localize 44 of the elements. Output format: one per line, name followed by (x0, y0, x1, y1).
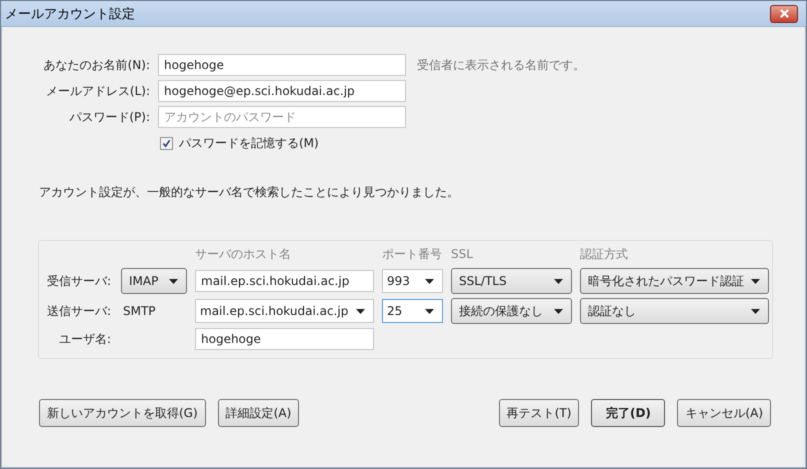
window-title: メールアカウント設定 (5, 6, 135, 22)
column-header: SSL (451, 246, 474, 263)
checkbox[interactable] (160, 137, 173, 150)
dropdown[interactable]: 認証なし (580, 298, 769, 324)
caret-icon (425, 308, 434, 314)
protocol-label: SMTP (122, 304, 157, 318)
dropdown[interactable]: 暗号化されたパスワード認証 (580, 268, 769, 294)
caret-icon (425, 278, 434, 284)
caret-icon (751, 308, 760, 314)
caret-icon (554, 278, 563, 284)
caret-icon (554, 308, 563, 314)
field-label: パスワード(P): (68, 108, 150, 126)
close-button[interactable] (770, 4, 798, 22)
input-field[interactable]: hogehoge@ep.sci.hokudai.ac.jp (158, 80, 406, 102)
status-message: アカウント設定が、一般的なサーバ名で検索したことにより見つかりました。 (39, 184, 460, 201)
dropdown[interactable]: 25 (382, 299, 443, 323)
column-header: 認証方式 (580, 246, 629, 263)
input-field[interactable]: アカウントのパスワード (158, 106, 406, 128)
button[interactable]: 再テスト(T) (498, 399, 580, 427)
field-label: あなたのお名前(N): (42, 56, 150, 74)
caret-icon (751, 278, 760, 284)
hint-text: 受信者に表示される名前です。 (417, 56, 586, 74)
row-label: 受信サーバ: (47, 272, 112, 290)
input-field[interactable]: hogehoge (195, 328, 374, 350)
button[interactable]: 新しいアカウントを取得(G) (39, 399, 206, 427)
dropdown[interactable]: IMAP (121, 268, 187, 294)
caret-icon (169, 278, 178, 284)
row-label: 送信サーバ: (47, 302, 112, 320)
dropdown[interactable]: SSL/TLS (451, 268, 572, 294)
input-field[interactable]: hogehoge (158, 54, 406, 76)
column-header: ポート番号 (382, 246, 443, 263)
checkbox-label: パスワードを記憶する(M) (179, 135, 319, 152)
input-field[interactable]: mail.ep.sci.hokudai.ac.jp (195, 270, 374, 292)
dropdown[interactable]: 接続の保護なし (451, 298, 572, 324)
dropdown[interactable]: 993 (382, 269, 443, 293)
button[interactable]: 詳細設定(A) (218, 399, 300, 427)
dropdown[interactable]: mail.ep.sci.hokudai.ac.jp (195, 299, 374, 323)
column-header: サーバのホスト名 (195, 246, 292, 263)
button[interactable]: キャンセル(A) (677, 399, 771, 427)
row-label: ユーザ名: (58, 330, 112, 348)
caret-icon (356, 308, 365, 314)
close-icon (780, 9, 788, 18)
button[interactable]: 完了(D) (591, 399, 666, 427)
field-label: メールアドレス(L): (44, 82, 150, 100)
